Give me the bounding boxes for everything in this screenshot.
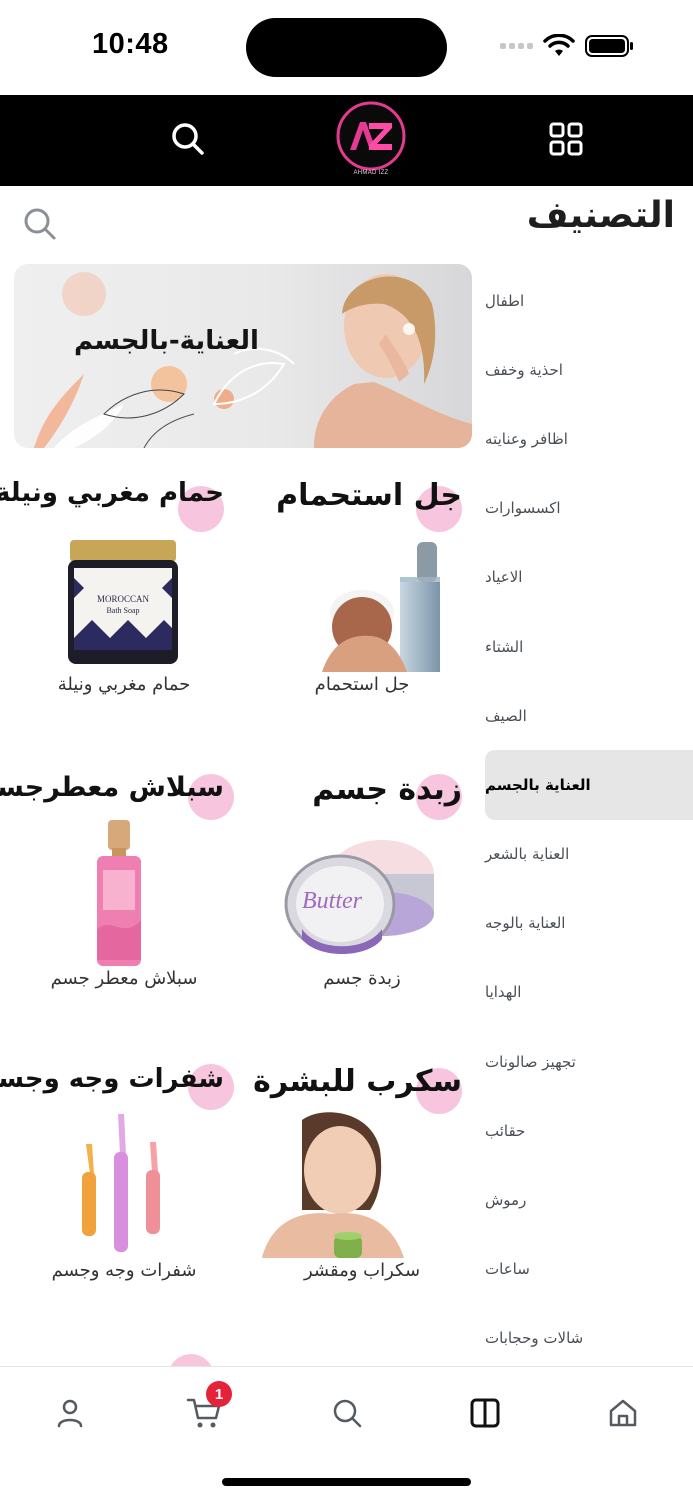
nav-home[interactable]	[599, 1389, 647, 1437]
sidebar-item-winter[interactable]: الشتاء	[485, 612, 693, 681]
sidebar-item-hair-care[interactable]: العناية بالشعر	[485, 820, 693, 889]
sidebar-item-label: العناية بالجسم	[485, 775, 591, 794]
sidebar-item-face-care[interactable]: العناية بالوجه	[485, 889, 693, 958]
logo-subtext: AHMAD IZZ	[353, 170, 389, 176]
sidebar-item-label: تجهيز صالونات	[485, 1052, 576, 1071]
sidebar-item-watches[interactable]: ساعات	[485, 1235, 693, 1304]
app-header: AZ AHMAD IZZ	[0, 95, 693, 186]
cart-badge: 1	[206, 1381, 232, 1407]
sidebar-item-nails[interactable]: اظافر وعنايته	[485, 404, 693, 473]
category-image-title: سكرب للبشرة	[253, 1064, 462, 1099]
category-banner[interactable]: العناية-بالجسم	[14, 264, 472, 448]
search-icon	[172, 123, 204, 155]
sidebar-item-scarves[interactable]: شالات وحجابات	[485, 1304, 693, 1373]
category-image-title: جل استحمام	[276, 478, 462, 513]
home-icon	[609, 1399, 637, 1427]
sidebar-item-label: شالات وحجابات	[485, 1329, 584, 1348]
sidebar-item-label: اطفال	[485, 291, 525, 310]
category-image: حمام مغربي ونيلة MOROCCAN Bath Soap	[0, 478, 234, 668]
sidebar-item-label: العناية بالشعر	[485, 845, 570, 864]
category-card-razors[interactable]: شفرات وجه وجسم شفرات وجه وجسم	[0, 1064, 234, 1281]
sidebar-item-holidays[interactable]: الاعياد	[485, 543, 693, 612]
dynamic-island	[246, 18, 447, 77]
category-card-body-splash[interactable]: سبلاش معطرجسم سبلاش معطر جسم	[0, 772, 234, 989]
battery-icon	[585, 35, 633, 57]
banner-title: العناية-بالجسم	[74, 326, 259, 356]
sidebar-item-kids[interactable]: اطفال	[485, 266, 693, 335]
nav-account[interactable]	[46, 1389, 94, 1437]
status-time: 10:48	[92, 28, 169, 60]
category-image: سكرب للبشرة	[252, 1064, 472, 1258]
nav-search[interactable]	[323, 1389, 371, 1437]
sidebar-item-accessories[interactable]: اكسسوارات	[485, 474, 693, 543]
sidebar-item-label: العناية بالوجه	[485, 914, 566, 933]
category-search-button[interactable]	[22, 206, 58, 242]
grid-menu-button[interactable]	[546, 119, 586, 159]
nav-categories[interactable]	[461, 1389, 509, 1437]
category-card-shower-gel[interactable]: جل استحمام جل استحمام	[252, 478, 472, 695]
category-image: شفرات وجه وجسم	[0, 1064, 234, 1254]
razors-photo	[82, 1114, 160, 1252]
category-label: شفرات وجه وجسم	[51, 1260, 197, 1281]
category-image-title: زبدة جسم	[312, 772, 462, 807]
sidebar-item-label: الصيف	[485, 706, 527, 725]
category-image: سبلاش معطرجسم	[0, 772, 234, 966]
soap-jar-text: MOROCCAN	[96, 594, 149, 604]
category-image: جل استحمام	[252, 478, 472, 672]
sidebar-item-label: اظافر وعنايته	[485, 429, 568, 448]
category-image-title: سبلاش معطرجسم	[0, 772, 224, 803]
nav-cart[interactable]: 1	[180, 1381, 232, 1437]
cellular-signal-icon	[500, 43, 533, 49]
sidebar-item-summer[interactable]: الصيف	[485, 681, 693, 750]
category-label: جل استحمام	[314, 674, 410, 695]
banner-illustration	[34, 272, 472, 448]
sidebar-item-label: اكسسوارات	[485, 499, 561, 518]
sidebar-item-salon-equipment[interactable]: تجهيز صالونات	[485, 1027, 693, 1096]
category-label: زبدة جسم	[323, 968, 401, 989]
search-icon	[333, 1399, 362, 1428]
category-card-skin-scrub[interactable]: سكرب للبشرة سكراب ومقشر	[252, 1064, 472, 1281]
butter-label-text: Butter	[302, 888, 362, 914]
sidebar-item-gifts[interactable]: الهدايا	[485, 958, 693, 1027]
logo-mark	[336, 101, 406, 171]
status-icons	[500, 34, 635, 58]
sidebar-item-label: الاعياد	[485, 568, 523, 587]
sidebar-item-label: رموش	[485, 1191, 527, 1210]
category-image-title: حمام مغربي ونيلة	[0, 478, 224, 508]
category-card-body-butter[interactable]: زبدة جسم Butter زبدة جسم	[252, 772, 472, 989]
category-label: سبلاش معطر جسم	[50, 968, 198, 989]
sidebar-item-label: الهدايا	[485, 983, 522, 1002]
category-label: حمام مغربي ونيلة	[57, 674, 191, 695]
category-label: سكراب ومقشر	[303, 1260, 421, 1281]
sidebar-item-label: الشتاء	[485, 637, 524, 656]
sidebar-item-bags[interactable]: حقائب	[485, 1096, 693, 1165]
sidebar-item-body-care[interactable]: العناية بالجسم	[485, 750, 693, 820]
status-bar: 10:48	[0, 0, 693, 95]
body-splash-bottle	[97, 820, 141, 966]
header-search-button[interactable]	[168, 119, 208, 159]
shower-gel-photo	[322, 542, 440, 672]
soap-jar-subtext: Bath Soap	[106, 606, 140, 615]
category-sidebar: اطفال احذية وخفف اظافر وعنايته اكسسوارات…	[485, 266, 693, 1373]
grid-icon	[549, 122, 583, 156]
search-icon	[24, 208, 56, 240]
page-title: التصنيف	[526, 195, 675, 236]
scrub-model-photo	[262, 1112, 404, 1258]
sidebar-item-lashes[interactable]: رموش	[485, 1165, 693, 1234]
sidebar-item-label: حقائب	[485, 1121, 526, 1140]
sidebar-item-label: ساعات	[485, 1260, 530, 1279]
user-icon	[57, 1399, 83, 1428]
category-image: زبدة جسم Butter	[252, 772, 472, 962]
category-image-title: شفرات وجه وجسم	[0, 1064, 224, 1094]
category-card-moroccan-bath[interactable]: حمام مغربي ونيلة MOROCCAN Bath Soap حمام…	[0, 478, 234, 695]
categories-icon	[470, 1398, 500, 1428]
sidebar-item-label: احذية وخفف	[485, 360, 563, 379]
home-indicator	[222, 1478, 471, 1486]
brand-logo[interactable]: AZ AHMAD IZZ	[333, 101, 409, 177]
wifi-icon	[543, 34, 575, 56]
sidebar-item-shoes[interactable]: احذية وخفف	[485, 335, 693, 404]
